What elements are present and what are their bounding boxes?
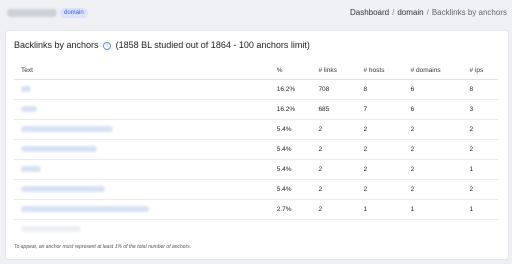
anchor-text-cell	[14, 179, 270, 200]
percent-cell: 5.4%	[269, 159, 312, 180]
hosts-cell: 7	[356, 99, 404, 120]
anchor-text-redacted[interactable]	[21, 186, 105, 193]
domains-cell: 6	[403, 99, 463, 120]
site-name-redacted	[7, 9, 57, 17]
breadcrumb-domain[interactable]: domain	[397, 8, 423, 17]
column-header-percent[interactable]: %	[269, 61, 312, 80]
anchor-text-cell	[14, 159, 270, 180]
ips-cell: 3	[462, 99, 498, 120]
links-cell: 2	[311, 119, 357, 140]
anchor-text-redacted[interactable]	[21, 206, 149, 213]
anchor-text-redacted[interactable]	[21, 86, 31, 93]
links-cell: 2	[311, 179, 357, 200]
info-icon[interactable]: i	[103, 41, 112, 50]
column-header-hosts[interactable]: # hosts	[356, 61, 404, 80]
anchor-text-cell	[14, 139, 270, 160]
card-title: Backlinks by anchors i (1858 BL studied …	[14, 40, 310, 51]
hosts-cell: 1	[356, 199, 404, 220]
percent-cell: 16.2%	[269, 99, 312, 120]
ips-cell: 2	[462, 179, 498, 200]
links-cell	[311, 220, 356, 240]
breadcrumb-separator: /	[392, 8, 395, 17]
table-header-row: Text % # links # hosts # domains # ips	[14, 61, 498, 80]
backlinks-card: Backlinks by anchors i (1858 BL studied …	[5, 30, 509, 260]
anchors-table: Text % # links # hosts # domains # ips 1…	[14, 61, 498, 239]
domains-cell: 6	[403, 79, 463, 100]
ips-cell: 2	[462, 119, 498, 140]
ips-cell: 2	[462, 139, 498, 160]
card-subtitle: (1858 BL studied out of 1864 - 100 ancho…	[115, 40, 310, 50]
table-footnote: To appear, an anchor must represent at l…	[14, 244, 192, 250]
percent-cell: 16.2%	[269, 79, 312, 100]
hosts-cell: 2	[356, 139, 404, 160]
column-header-links[interactable]: # links	[311, 61, 357, 80]
anchor-text-redacted	[21, 226, 81, 233]
table-row: 5.4% 2 2 2 2	[14, 139, 498, 160]
links-cell: 2	[311, 199, 357, 220]
table-row: 2.7% 2 1 1 1	[14, 199, 498, 220]
card-title-text: Backlinks by anchors	[14, 40, 99, 50]
domains-cell: 2	[403, 159, 463, 180]
domains-cell	[404, 220, 463, 240]
percent-cell: 5.4%	[269, 139, 312, 160]
anchor-text-cell	[14, 199, 270, 220]
domains-cell: 2	[403, 119, 463, 140]
ips-cell	[463, 220, 499, 240]
percent-cell: 5.4%	[269, 179, 312, 200]
anchor-text-cell	[14, 79, 270, 100]
table-row: 5.4% 2 2 2 2	[14, 119, 498, 140]
domains-cell: 1	[403, 199, 463, 220]
table-row: 16.2% 685 7 6 3	[14, 99, 498, 120]
top-bar: domain Dashboard / domain / Backlinks by anc…	[0, 0, 512, 28]
links-cell: 708	[311, 79, 357, 100]
table-row: 5.4% 2 2 2 1	[14, 159, 498, 180]
breadcrumb: Dashboard / domain / Backlinks by anchors	[350, 8, 507, 18]
anchor-text-redacted[interactable]	[21, 126, 113, 133]
breadcrumb-separator: /	[426, 8, 429, 17]
ips-cell: 1	[462, 199, 498, 220]
ips-cell: 1	[462, 159, 498, 180]
anchor-text-redacted[interactable]	[21, 106, 37, 113]
table-row-partially-visible	[14, 220, 498, 240]
hosts-cell: 2	[356, 119, 404, 140]
anchor-text-cell	[14, 119, 270, 140]
site-badge: domain	[60, 8, 88, 18]
links-cell: 2	[311, 159, 357, 180]
links-cell: 2	[311, 139, 357, 160]
hosts-cell: 8	[356, 79, 404, 100]
anchor-text-redacted[interactable]	[21, 166, 41, 173]
column-header-ips[interactable]: # ips	[462, 61, 498, 80]
anchor-text-redacted[interactable]	[21, 146, 97, 153]
percent-cell	[270, 220, 312, 240]
hosts-cell	[357, 220, 404, 240]
ips-cell: 8	[462, 79, 498, 100]
breadcrumb-current: Backlinks by anchors	[431, 8, 507, 17]
breadcrumb-dashboard[interactable]: Dashboard	[350, 8, 389, 17]
percent-cell: 5.4%	[269, 119, 312, 140]
table-row: 16.2% 708 8 6 8	[14, 79, 498, 100]
column-header-text[interactable]: Text	[14, 61, 270, 80]
anchor-text-cell	[14, 99, 270, 120]
domains-cell: 2	[403, 179, 463, 200]
percent-cell: 2.7%	[269, 199, 312, 220]
hosts-cell: 2	[356, 159, 404, 180]
anchor-text-cell	[14, 220, 270, 240]
domains-cell: 2	[403, 139, 463, 160]
table-row: 5.4% 2 2 2 2	[14, 179, 498, 200]
hosts-cell: 2	[356, 179, 404, 200]
links-cell: 685	[311, 99, 357, 120]
column-header-domains[interactable]: # domains	[403, 61, 463, 80]
